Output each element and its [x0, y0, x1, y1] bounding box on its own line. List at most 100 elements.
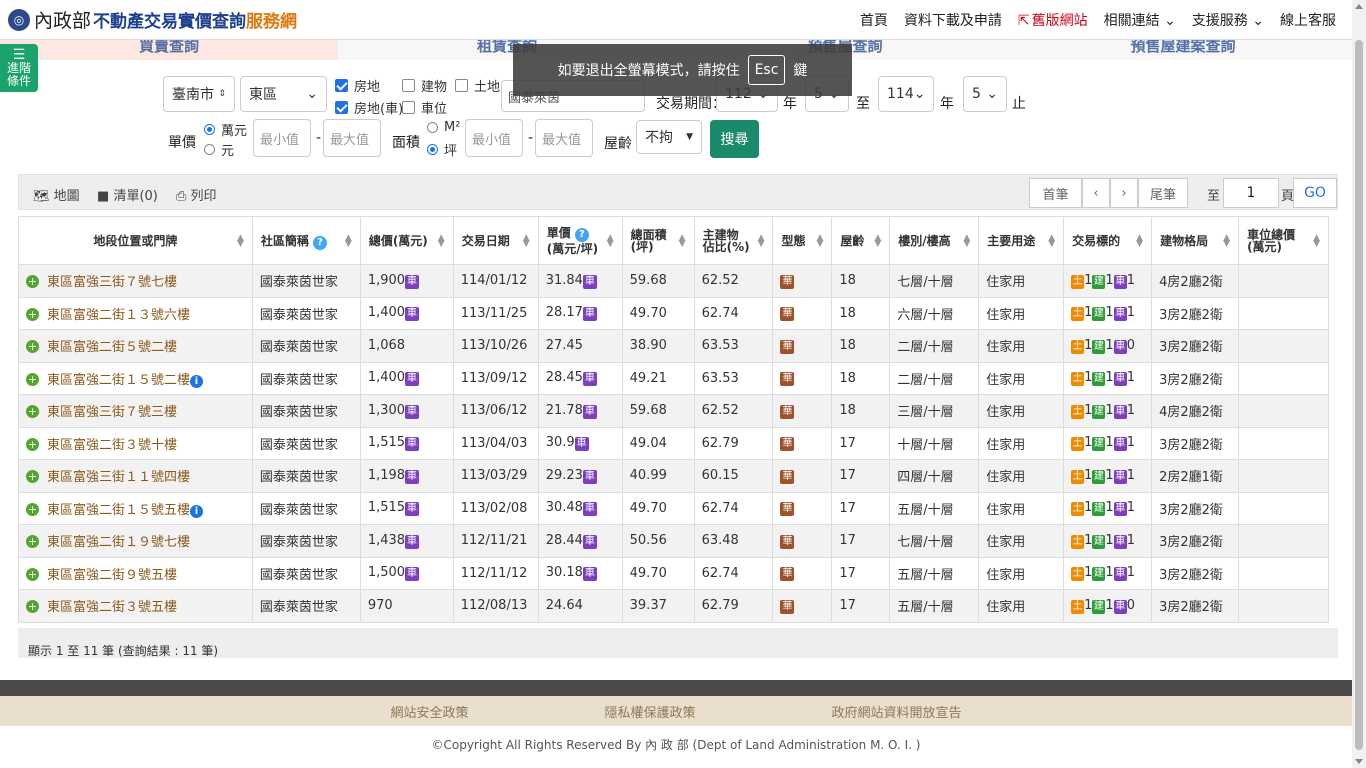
area-ping-radio[interactable]: 坪 — [427, 140, 457, 159]
link-security-policy[interactable]: 網站安全政策 — [390, 702, 468, 721]
cell-address[interactable]: + 東區富強二街１５號五樓 i — [18, 491, 253, 525]
help-icon[interactable]: ? — [574, 227, 589, 242]
expand-plus-icon[interactable]: + — [26, 307, 39, 321]
type-house-land-car-checkbox[interactable]: 房地(車) — [335, 98, 403, 117]
age-select[interactable]: 不拘 ▼ — [636, 120, 702, 154]
col-address[interactable]: 地段位置或門牌 ▲ ▼ — [18, 216, 253, 265]
table-row[interactable]: + 東區富強二街１５號二樓 i 國泰萊茵世家 1,400 車 113/09/12 28.45 車… — [18, 361, 1329, 395]
expand-plus-icon[interactable]: + — [26, 437, 39, 451]
col-unit-price[interactable]: 單價 ? (萬元/坪) ▲ ▼ — [537, 216, 623, 265]
cell-address[interactable]: + 東區富強三街７號七樓 — [18, 264, 253, 298]
cell-address[interactable]: + 東區富強二街５號二樓 — [18, 329, 253, 363]
type-parking-checkbox[interactable]: 車位 — [402, 98, 447, 117]
to-month-select[interactable]: 5 ⌄ — [963, 76, 1007, 112]
scrollbar-thumb[interactable] — [1355, 40, 1363, 750]
col-area[interactable]: 總面積 (坪) ▲ ▼ — [621, 216, 695, 265]
cell-address[interactable]: + 東區富強三街７號三樓 — [18, 394, 253, 428]
nav-home[interactable]: 首頁 — [860, 10, 888, 30]
cell-address[interactable]: + 東區富強二街９號五樓 — [18, 556, 253, 590]
expand-plus-icon[interactable]: + — [26, 567, 39, 581]
cell-address[interactable]: + 東區富強二街１９號七樓 — [18, 524, 253, 558]
cell-address[interactable]: + 東區富強二街３號十樓 — [18, 426, 253, 460]
address-link[interactable]: 東區富強二街９號五樓 — [47, 568, 177, 583]
nav-related-links[interactable]: 相關連結 ⌄ — [1104, 10, 1176, 30]
search-button[interactable]: 搜尋 — [710, 120, 759, 158]
expand-plus-icon[interactable]: + — [26, 405, 39, 419]
link-privacy-policy[interactable]: 隱私權保護政策 — [604, 702, 695, 721]
address-link[interactable]: 東區富強二街１９號七樓 — [47, 535, 190, 550]
site-logo[interactable]: ◎ 內政部 不動產交易實價查詢 服務網 — [8, 6, 297, 33]
expand-plus-icon[interactable]: + — [26, 470, 39, 484]
next-page-button[interactable]: › — [1110, 178, 1138, 208]
expand-plus-icon[interactable]: + — [26, 535, 39, 549]
expand-plus-icon[interactable]: + — [26, 275, 39, 289]
area-max-input[interactable]: 最大值 — [535, 119, 593, 157]
to-year-select[interactable]: 114 ⌄ — [878, 76, 934, 112]
page-number-input[interactable]: 1 — [1223, 178, 1279, 208]
cell-address[interactable]: + 東區富強三街１１號四樓 — [18, 459, 253, 493]
unit-wan-radio[interactable]: 萬元 — [204, 120, 247, 139]
address-link[interactable]: 東區富強二街１３號六樓 — [47, 308, 190, 323]
table-row[interactable]: + 東區富強二街１５號五樓 i 國泰萊茵世家 1,515 車 113/02/08 30.48 車… — [18, 491, 1329, 525]
price-min-input[interactable]: 最小值 — [253, 119, 311, 157]
table-row[interactable]: + 東區富強二街１３號六樓 國泰萊茵世家 1,400 車 113/11/25 28.17 車 4… — [18, 296, 1329, 330]
last-page-button[interactable]: 尾筆 — [1138, 178, 1188, 208]
map-button[interactable]: 🗺 地圖 — [33, 185, 80, 204]
col-usage[interactable]: 主要用途 ▲ ▼ — [978, 216, 1065, 265]
help-icon[interactable]: ? — [313, 235, 328, 250]
col-total-price[interactable]: 總價(萬元) ▲ ▼ — [359, 216, 454, 265]
table-row[interactable]: + 東區富強二街５號二樓 國泰萊茵世家 1,068 113/10/26 27.45 38.9… — [18, 329, 1329, 363]
area-min-input[interactable]: 最小值 — [465, 119, 523, 157]
col-community[interactable]: 社區簡稱 ? ▲ ▼ — [251, 216, 361, 265]
col-type[interactable]: 型態 ▲ ▼ — [772, 216, 833, 265]
col-parking-price[interactable]: 車位總價 (萬元) ▲ ▼ — [1238, 216, 1329, 265]
table-row[interactable]: + 東區富強二街１９號七樓 國泰萊茵世家 1,438 車 112/11/21 28.44 車 5… — [18, 524, 1329, 558]
info-icon[interactable]: i — [190, 504, 204, 518]
expand-plus-icon[interactable]: + — [26, 372, 39, 386]
go-button[interactable]: GO — [1293, 178, 1337, 208]
type-land-checkbox[interactable]: 土地 — [455, 76, 500, 95]
cell-address[interactable]: + 東區富強二街１５號二樓 i — [18, 361, 253, 395]
type-building-checkbox[interactable]: 建物 — [402, 76, 447, 95]
address-link[interactable]: 東區富強三街７號七樓 — [47, 275, 177, 290]
nav-support[interactable]: 支援服務 ⌄ — [1192, 10, 1264, 30]
first-page-button[interactable]: 首筆 — [1029, 178, 1082, 208]
price-max-input[interactable]: 最大值 — [323, 119, 381, 157]
address-link[interactable]: 東區富強二街１５號二樓 — [47, 373, 190, 388]
type-house-land-checkbox[interactable]: 房地 — [335, 76, 380, 95]
nav-old-site[interactable]: 舊版網站 — [1018, 10, 1088, 30]
info-icon[interactable]: i — [190, 374, 204, 388]
address-link[interactable]: 東區富強三街１１號四樓 — [47, 470, 190, 485]
print-button[interactable]: ⎙ 列印 — [176, 185, 217, 204]
scroll-down-icon[interactable] — [1355, 759, 1363, 764]
cell-address[interactable]: + 東區富強二街３號五樓 — [18, 589, 253, 623]
expand-plus-icon[interactable]: + — [26, 502, 39, 516]
prev-page-button[interactable]: ‹ — [1082, 178, 1110, 208]
table-row[interactable]: + 東區富強二街９號五樓 國泰萊茵世家 1,500 車 112/11/12 30.18 車 49… — [18, 556, 1329, 590]
table-row[interactable]: + 東區富強二街３號五樓 國泰萊茵世家 970 112/08/13 24.64 39.37 6… — [18, 589, 1329, 623]
area-m2-radio[interactable]: M² — [427, 120, 460, 135]
col-floor[interactable]: 樓別/樓高 ▲ ▼ — [889, 216, 980, 265]
city-select[interactable]: 臺南市 ⇕ — [163, 76, 235, 112]
district-select[interactable]: 東區 ⌄ — [240, 76, 327, 112]
address-link[interactable]: 東區富強二街５號二樓 — [47, 340, 177, 355]
table-row[interactable]: + 東區富強三街１１號四樓 國泰萊茵世家 1,198 車 113/03/29 29.23 車 4… — [18, 459, 1329, 493]
table-row[interactable]: + 東區富強三街７號三樓 國泰萊茵世家 1,300 車 113/06/12 21.78 車 59… — [18, 394, 1329, 428]
nav-online-service[interactable]: 線上客服 — [1280, 10, 1336, 30]
scroll-up-icon[interactable] — [1355, 4, 1363, 9]
advanced-conditions-button[interactable]: ☰ 進階 條件 — [0, 44, 38, 92]
address-link[interactable]: 東區富強二街３號五樓 — [47, 600, 177, 615]
table-row[interactable]: + 東區富強三街７號七樓 國泰萊茵世家 1,900 車 114/01/12 31.84 車 59… — [18, 264, 1329, 298]
list-button[interactable]: ■ 清單(0) — [97, 185, 158, 204]
nav-download[interactable]: 資料下載及申請 — [904, 10, 1002, 30]
cell-address[interactable]: + 東區富強二街１３號六樓 — [18, 296, 253, 330]
page-scrollbar[interactable] — [1352, 0, 1366, 768]
address-link[interactable]: 東區富強二街３號十樓 — [47, 438, 177, 453]
col-target[interactable]: 交易標的 ▲ ▼ — [1063, 216, 1153, 265]
table-row[interactable]: + 東區富強二街３號十樓 國泰萊茵世家 1,515 車 113/04/03 30.9 車 49.… — [18, 426, 1329, 460]
expand-plus-icon[interactable]: + — [26, 340, 39, 354]
col-age[interactable]: 屋齡 ▲ ▼ — [831, 216, 891, 265]
col-date[interactable]: 交易日期 ▲ ▼ — [452, 216, 539, 265]
tab-sale-query[interactable]: 買賣查詢 — [0, 40, 338, 60]
col-layout[interactable]: 建物格局 ▲ ▼ — [1151, 216, 1240, 265]
